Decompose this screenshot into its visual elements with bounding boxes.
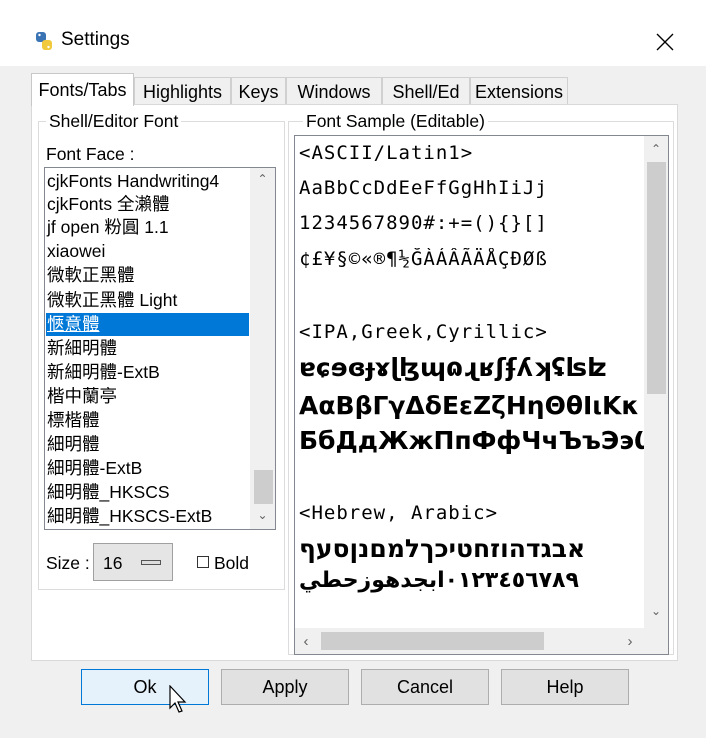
list-item[interactable]: jf open 粉圓 1.1 [46, 216, 249, 239]
size-combobox[interactable]: 16 [93, 543, 173, 581]
list-item[interactable]: 標楷體 [46, 409, 249, 432]
scroll-right-icon[interactable]: › [623, 633, 637, 650]
sample-line: <Hebrew, Arabic> [299, 502, 499, 524]
sample-line: ɐɕɘɞɟɤɭɮɰɷɻʁʃʄʎʞʢʪʫ [299, 353, 607, 382]
size-label: Size : [46, 553, 90, 573]
tab-keys[interactable]: Keys [231, 77, 286, 105]
list-item[interactable]: cjkFonts Handwriting4 [46, 170, 249, 193]
bold-label: Bold [214, 553, 250, 573]
scroll-thumb[interactable] [254, 470, 273, 504]
title-bar: Settings [0, 0, 706, 66]
settings-dialog: Settings Fonts/Tabs Highlights Keys Wind… [0, 0, 706, 738]
list-item[interactable]: 新細明體-ExtB [46, 361, 249, 384]
dropdown-icon [141, 560, 161, 565]
font-list-scrollbar[interactable]: ⌃ ⌄ [250, 168, 275, 529]
font-face-label: Font Face : [46, 144, 135, 164]
sample-line: AaBbCcDdEeFfGgHhIiJj [299, 177, 548, 199]
cancel-button[interactable]: Cancel [361, 669, 489, 705]
help-button[interactable]: Help [501, 669, 629, 705]
apply-button[interactable]: Apply [221, 669, 349, 705]
sample-line: ٠١٢٣٤٥٦٧٨٩ابجدهوزحطي [299, 568, 579, 593]
window-title: Settings [61, 29, 130, 50]
list-item[interactable]: xiaowei [46, 240, 249, 263]
scroll-thumb[interactable] [647, 162, 666, 394]
tab-fonts-tabs[interactable]: Fonts/Tabs [31, 73, 134, 106]
scroll-down-icon[interactable]: ⌄ [644, 604, 668, 618]
font-group-title: Shell/Editor Font [46, 111, 182, 132]
list-item[interactable]: 細明體-ExtB [46, 457, 249, 480]
sample-line: ¢£¥§©«®¶½ĞÀÁÂÃÄÅÇÐØß [299, 248, 548, 270]
size-value: 16 [103, 553, 123, 573]
sample-horizontal-scrollbar[interactable]: ‹ › [295, 628, 644, 654]
python-icon [36, 32, 52, 50]
list-item[interactable]: 楷中蘭亭 [46, 385, 249, 408]
sample-line: ΑαΒβΓγΔδΕεΖζΗηΘθΙιΚκ [299, 391, 640, 420]
font-sample-text[interactable]: <ASCII/Latin1> AaBbCcDdEeFfGgHhIiJj 1234… [294, 135, 669, 655]
list-item[interactable]: 微軟正黑體 Light [46, 289, 249, 312]
sample-line: БбДдЖжПпФфЧчЪъЭэѠѤѬӜ [299, 426, 644, 455]
font-face-list[interactable]: cjkFonts Handwriting4 cjkFonts 全瀨體 jf op… [44, 167, 276, 530]
scroll-down-icon[interactable]: ⌄ [250, 508, 275, 522]
bold-checkbox[interactable] [197, 556, 209, 568]
tab-highlights[interactable]: Highlights [134, 77, 231, 105]
list-item[interactable]: 細明體_HKSCS-ExtB [46, 505, 249, 528]
sample-line: <ASCII/Latin1> [299, 142, 474, 164]
mouse-cursor-icon [169, 685, 187, 713]
scroll-up-icon[interactable]: ⌃ [250, 172, 275, 186]
tab-extensions[interactable]: Extensions [470, 77, 568, 105]
sample-group-title: Font Sample (Editable) [303, 111, 488, 132]
list-item[interactable]: 微軟正黑體 [46, 264, 249, 287]
list-item[interactable]: cjkFonts 全瀨體 [46, 193, 249, 216]
sample-line: אבגדהוזחטיכךלמםנןסעף [299, 534, 586, 563]
tab-shell-ed[interactable]: Shell/Ed [382, 77, 470, 105]
tab-windows[interactable]: Windows [286, 77, 382, 105]
sample-line: <IPA,Greek,Cyrillic> [299, 321, 548, 343]
close-button[interactable] [640, 22, 690, 62]
close-icon [656, 33, 674, 51]
scroll-left-icon[interactable]: ‹ [299, 633, 313, 650]
list-item[interactable]: 新細明體 [46, 337, 249, 360]
scroll-corner [644, 628, 668, 654]
list-item[interactable]: 細明體 [46, 433, 249, 456]
list-item[interactable]: 細明體_HKSCS [46, 481, 249, 504]
sample-line: 1234567890#:+=(){}[] [299, 212, 548, 234]
list-item-selected[interactable]: 愜意體 [46, 313, 249, 336]
sample-vertical-scrollbar[interactable]: ⌃ ⌄ [644, 136, 668, 628]
scroll-thumb[interactable] [321, 632, 544, 650]
scroll-up-icon[interactable]: ⌃ [644, 142, 668, 156]
